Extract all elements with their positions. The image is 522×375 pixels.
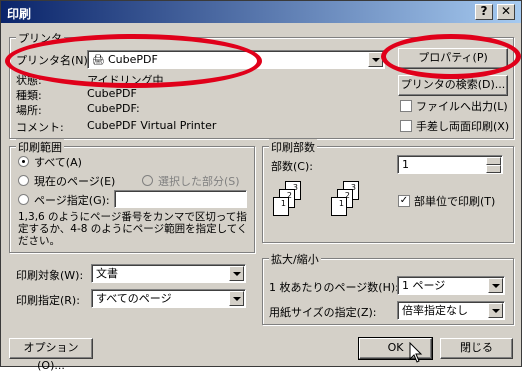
manual-duplex-checkbox[interactable]: [400, 120, 412, 132]
manual-duplex-label: 手差し両面印刷(X): [416, 120, 510, 133]
title-bar[interactable]: 印刷 ? ✕: [1, 1, 521, 23]
radio-all[interactable]: [18, 156, 29, 167]
radio-pages[interactable]: [18, 194, 29, 205]
radio-selection[interactable]: [142, 175, 153, 186]
chevron-down-icon[interactable]: [229, 291, 244, 306]
page-range-help-text: 1,3,6 のようにページ番号をカンマで区切って指定するか、4-8 のようにペー…: [18, 211, 248, 247]
radio-current-page-label: 現在のページ(E): [34, 175, 116, 188]
highlight-oval-properties: [381, 34, 521, 79]
copies-count-input[interactable]: 1: [397, 155, 503, 174]
print-what-label: 印刷対象(W):: [16, 269, 84, 282]
radio-selection-label: 選択した部分(S): [158, 175, 240, 188]
print-to-file-checkbox[interactable]: [400, 100, 412, 112]
comment-value: CubePDF Virtual Printer: [87, 119, 217, 132]
type-label: 種類:: [16, 89, 42, 102]
print-what-value: 文書: [96, 267, 118, 280]
print-spec-value: すべてのページ: [96, 292, 172, 305]
spin-down-button[interactable]: [486, 165, 501, 173]
page-1-icon: 1: [331, 197, 347, 216]
spin-up-button[interactable]: [486, 157, 501, 165]
chevron-down-icon[interactable]: [488, 303, 503, 318]
scale-value: 倍率指定なし: [402, 304, 468, 317]
mouse-cursor-icon: [409, 342, 423, 363]
window-title: 印刷: [7, 7, 32, 21]
scale-label: 用紙サイズの指定(Z):: [269, 306, 377, 319]
pages-per-sheet-label: 1 枚あたりのページ数(H):: [269, 281, 399, 294]
page-1-icon: 1: [273, 197, 289, 216]
help-button[interactable]: ?: [475, 4, 493, 20]
print-spec-label: 印刷指定(R):: [16, 294, 80, 307]
print-spec-select[interactable]: すべてのページ: [91, 289, 246, 308]
radio-all-label: すべて(A): [34, 156, 82, 169]
copies-group-label: 印刷部数: [269, 139, 317, 155]
radio-current-page[interactable]: [18, 175, 29, 186]
print-what-select[interactable]: 文書: [91, 264, 246, 283]
options-button[interactable]: オプション(O)...: [9, 338, 93, 372]
comment-label: コメント:: [16, 121, 64, 134]
print-to-file-label: ファイルへ出力(L): [416, 100, 508, 113]
collate-illustration: 3 2 1 3 2 1: [273, 181, 373, 231]
scale-select[interactable]: 倍率指定なし: [397, 301, 505, 320]
highlight-oval-printer-name: [5, 34, 262, 88]
type-value: CubePDF: [87, 87, 137, 100]
chevron-down-icon[interactable]: [488, 278, 503, 293]
collate-label: 部単位で印刷(T): [414, 195, 496, 208]
pages-per-sheet-value: 1 ページ: [402, 279, 446, 292]
zoom-group-label: 拡大/縮小: [269, 251, 321, 267]
location-label: 場所:: [16, 104, 42, 117]
collate-checkbox[interactable]: ✓: [398, 195, 410, 207]
pages-per-sheet-select[interactable]: 1 ページ: [397, 276, 505, 295]
location-value: CubePDF:: [87, 102, 140, 115]
pages-input[interactable]: [114, 190, 247, 208]
close-window-button[interactable]: ✕: [497, 4, 515, 20]
page-range-group-label: 印刷範囲: [16, 139, 64, 155]
radio-pages-label: ページ指定(G):: [34, 194, 110, 207]
chevron-down-icon[interactable]: [229, 266, 244, 281]
print-dialog: 印刷 ? ✕ プリンタ プリンタ名(N): 🖨 CubePDF 状態: アイドリ…: [0, 0, 522, 372]
close-button[interactable]: 閉じる: [440, 338, 513, 359]
copies-count-value: 1: [402, 158, 409, 171]
copies-count-label: 部数(C):: [271, 160, 313, 173]
